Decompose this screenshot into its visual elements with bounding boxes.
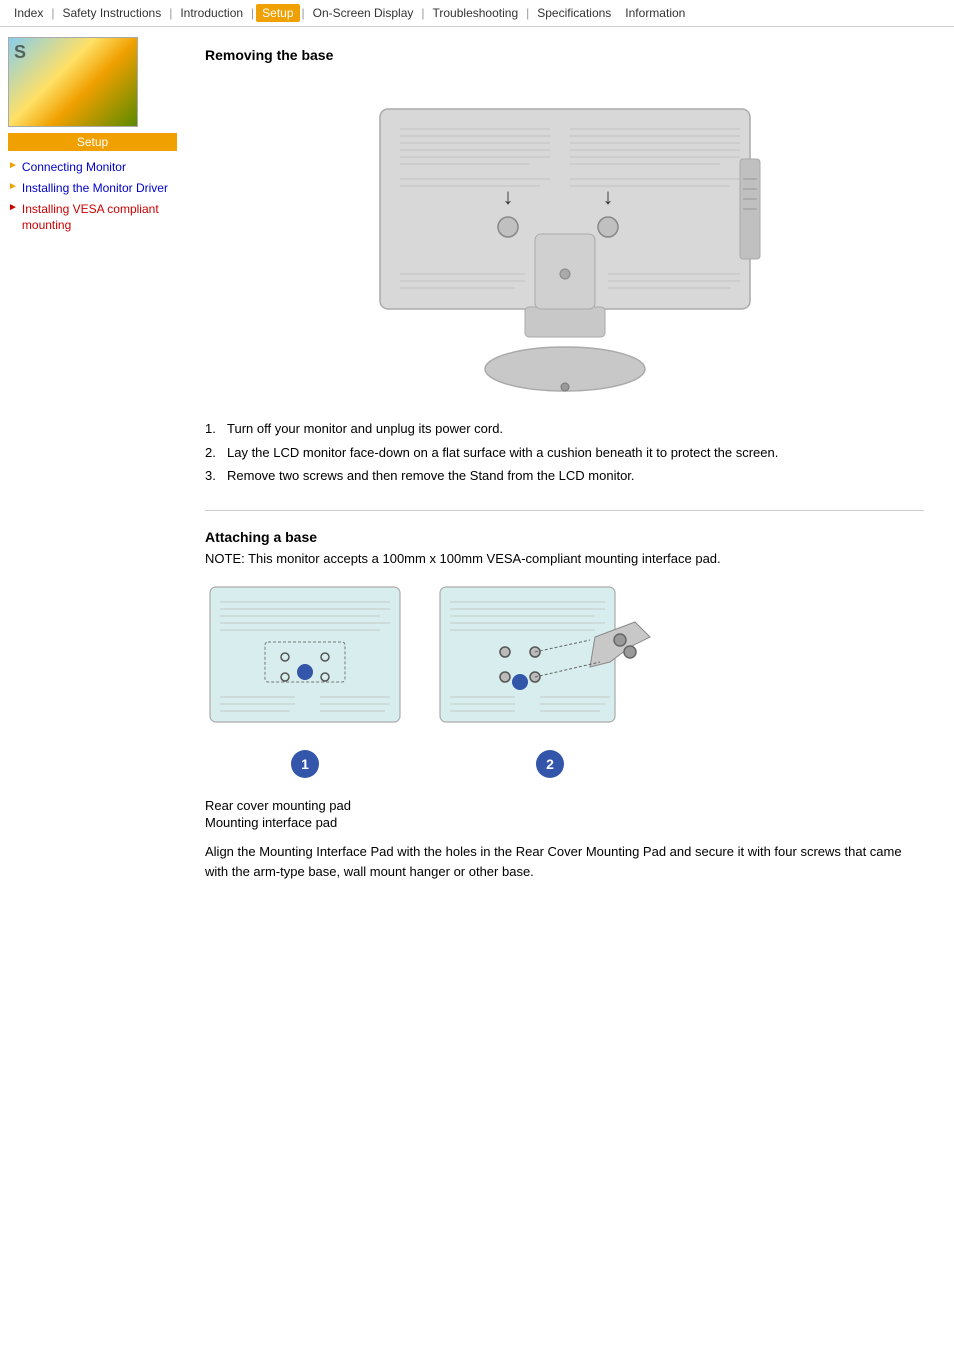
nav-setup[interactable]: Setup	[256, 4, 299, 22]
nav-sep-6: |	[526, 6, 529, 20]
legend-list: Rear cover mounting pad Mounting interfa…	[205, 798, 924, 830]
nav-safety[interactable]: Safety Instructions	[56, 4, 167, 22]
nav-index[interactable]: Index	[8, 4, 49, 22]
sidebar-link-text-vesa: Installing VESA compliant mounting	[22, 201, 177, 235]
attaching-note: NOTE: This monitor accepts a 100mm x 100…	[205, 551, 924, 566]
arrow-icon-3: ►	[8, 202, 18, 213]
nav-sep-2: |	[169, 6, 172, 20]
nav-sep-1: |	[51, 6, 54, 20]
nav-introduction[interactable]: Introduction	[174, 4, 249, 22]
nav-osd[interactable]: On-Screen Display	[307, 4, 420, 22]
sidebar-link-installing-driver[interactable]: ► Installing the Monitor Driver	[8, 180, 177, 197]
navbar: Index | Safety Instructions | Introducti…	[0, 0, 954, 27]
final-note: Align the Mounting Interface Pad with th…	[205, 842, 924, 884]
sidebar-image: S	[8, 37, 138, 127]
arrow-icon-1: ►	[8, 160, 18, 171]
sidebar-link-text-driver: Installing the Monitor Driver	[22, 180, 168, 197]
sidebar-link-text-connecting: Connecting Monitor	[22, 159, 126, 176]
nav-troubleshooting[interactable]: Troubleshooting	[427, 4, 525, 22]
sidebar-link-connecting[interactable]: ► Connecting Monitor	[8, 159, 177, 176]
step-1: 1. Turn off your monitor and unplug its …	[205, 419, 924, 439]
svg-text:↓: ↓	[602, 184, 613, 209]
sidebar-image-s: S	[14, 42, 26, 63]
arrow-icon-2: ►	[8, 181, 18, 192]
nav-sep-4: |	[302, 6, 305, 20]
badge-1: 1	[291, 750, 319, 778]
sidebar-title: Setup	[8, 133, 177, 151]
removing-base-title: Removing the base	[205, 47, 924, 63]
badge-2: 2	[536, 750, 564, 778]
monitor-back-svg: ↓ ↓	[350, 79, 780, 399]
step-3: 3. Remove two screws and then remove the…	[205, 466, 924, 486]
legend-item-1: Rear cover mounting pad	[205, 798, 924, 813]
attaching-title: Attaching a base	[205, 529, 924, 545]
section-divider	[205, 510, 924, 511]
removing-steps-list: 1. Turn off your monitor and unplug its …	[205, 419, 924, 486]
attaching-images-row: 1	[205, 582, 924, 778]
attaching-image-1: 1	[205, 582, 405, 778]
sidebar: S Setup ► Connecting Monitor ► Installin…	[0, 27, 185, 248]
nav-specifications[interactable]: Specifications	[531, 4, 617, 22]
sidebar-image-bg	[9, 38, 137, 126]
attaching-svg-2	[435, 582, 665, 742]
attaching-image-2: 2	[435, 582, 665, 778]
svg-text:↓: ↓	[502, 184, 513, 209]
main-layout: S Setup ► Connecting Monitor ► Installin…	[0, 27, 954, 913]
nav-sep-5: |	[421, 6, 424, 20]
sidebar-link-vesa[interactable]: ► Installing VESA compliant mounting	[8, 201, 177, 235]
nav-sep-3: |	[251, 6, 254, 20]
monitor-image-area: ↓ ↓	[205, 79, 924, 399]
main-content: Removing the base ↓	[185, 27, 954, 913]
step-2: 2. Lay the LCD monitor face-down on a fl…	[205, 443, 924, 463]
attaching-svg-1	[205, 582, 405, 742]
nav-information[interactable]: Information	[619, 4, 691, 22]
legend-item-2: Mounting interface pad	[205, 815, 924, 830]
